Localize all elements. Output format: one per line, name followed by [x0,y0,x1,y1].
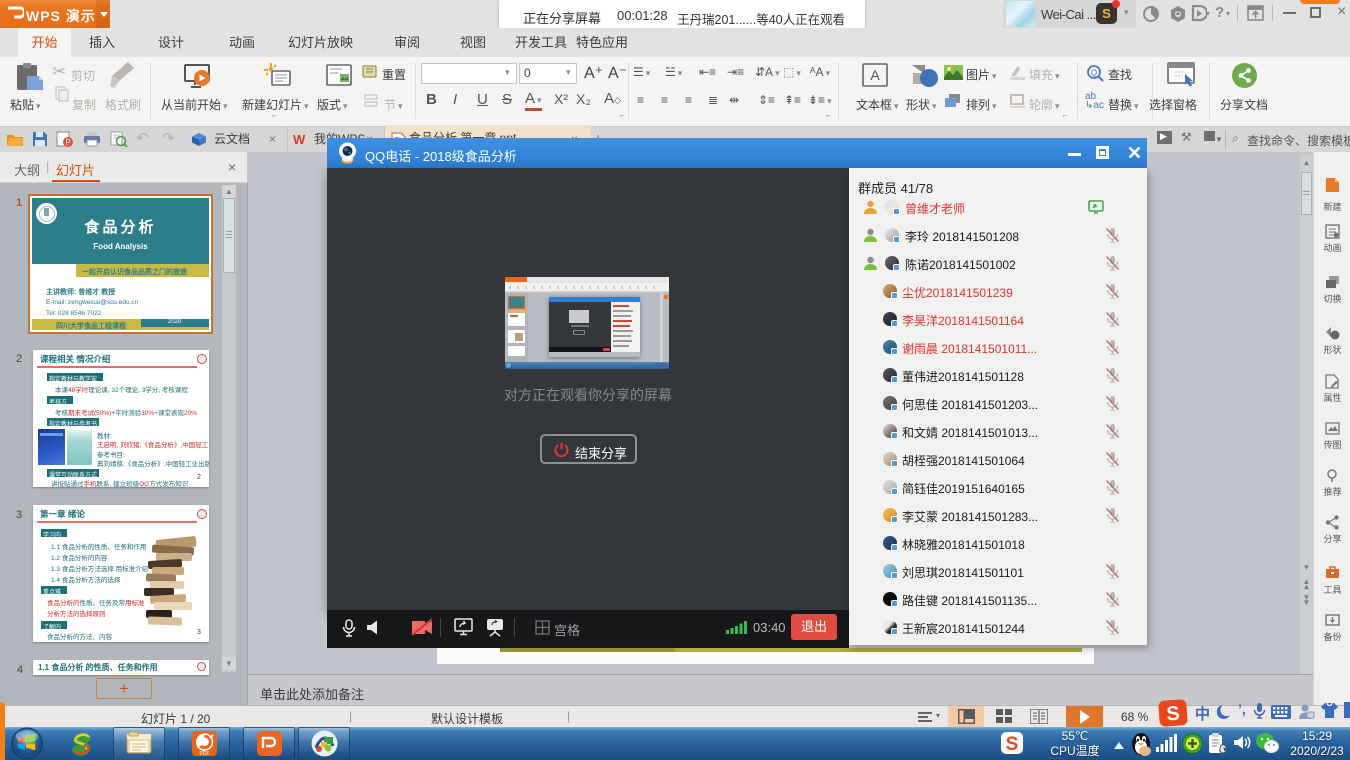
svg-text:Q: Q [1091,69,1097,78]
svg-text:P: P [65,138,70,147]
svg-text:S: S [1006,734,1019,755]
svg-text:PDF: PDF [200,751,210,757]
svg-text:A: A [870,67,880,83]
svg-text:S: S [1166,703,1181,726]
